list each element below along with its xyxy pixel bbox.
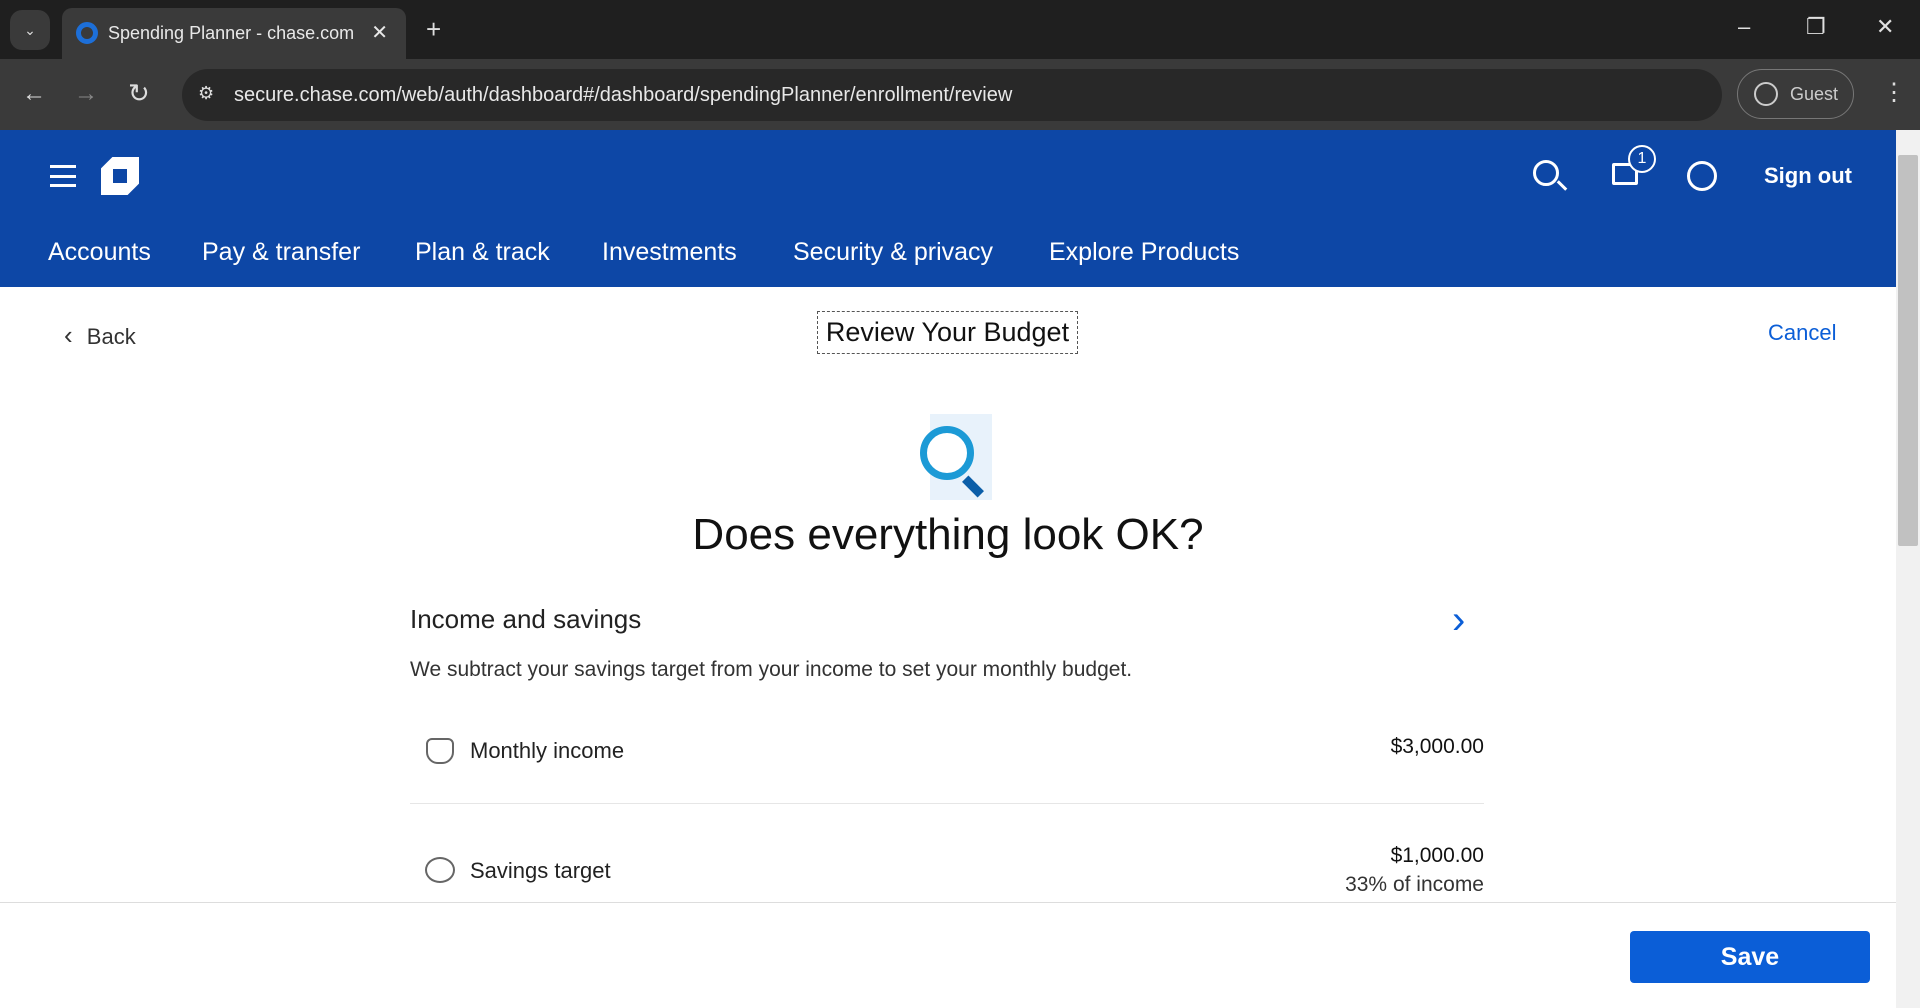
monthly-income-amount: $3,000.00 [1390, 735, 1484, 758]
profile-button[interactable]: Guest [1737, 69, 1854, 119]
magnifier-illustration-icon [904, 414, 992, 502]
nav-security-privacy[interactable]: Security & privacy [793, 238, 993, 267]
nav-explore-products[interactable]: Explore Products [1049, 238, 1239, 267]
chase-favicon-icon [76, 22, 98, 44]
back-button[interactable]: ‹ Back [64, 320, 136, 351]
confirmation-heading: Does everything look OK? [692, 510, 1204, 559]
nav-plan-track[interactable]: Plan & track [415, 238, 550, 267]
footer-bar [0, 902, 1896, 1008]
section-description: We subtract your savings target from you… [410, 658, 1133, 681]
nav-investments[interactable]: Investments [602, 238, 737, 267]
minimize-button[interactable]: – [1738, 14, 1750, 40]
monthly-income-label: Monthly income [470, 738, 625, 763]
site-settings-icon[interactable]: ⚙ [198, 83, 214, 104]
sign-out-link[interactable]: Sign out [1764, 163, 1852, 189]
money-stack-icon [426, 738, 454, 764]
savings-target-amount: $1,000.00 [1390, 844, 1484, 867]
nav-accounts[interactable]: Accounts [48, 238, 151, 267]
tab-search-button[interactable]: ⌄ [10, 10, 50, 50]
new-tab-button[interactable]: + [426, 14, 441, 45]
profile-label: Guest [1790, 83, 1839, 104]
section-title: Income and savings [410, 604, 642, 634]
row-divider [410, 803, 1484, 804]
browser-tab[interactable]: Spending Planner - chase.com ✕ [62, 8, 406, 59]
page-title: Review Your Budget [817, 311, 1078, 354]
back-label: Back [86, 324, 136, 349]
reload-icon[interactable]: ↻ [128, 78, 150, 109]
piggy-bank-icon [425, 857, 455, 883]
forward-nav-icon[interactable]: → [74, 80, 98, 108]
search-icon[interactable] [1533, 160, 1559, 186]
browser-menu-icon[interactable]: ⋮ [1882, 78, 1906, 107]
close-window-button[interactable]: ✕ [1876, 14, 1894, 40]
back-nav-icon[interactable]: ← [22, 80, 46, 108]
chevron-left-icon: ‹ [64, 320, 73, 350]
nav-pay-transfer[interactable]: Pay & transfer [202, 238, 360, 267]
scrollbar-thumb[interactable] [1898, 155, 1918, 546]
url-text: secure.chase.com/web/auth/dashboard#/das… [234, 83, 1013, 106]
notification-badge: 1 [1628, 145, 1656, 173]
savings-target-label: Savings target [470, 858, 611, 883]
tab-title: Spending Planner - chase.com [108, 23, 355, 43]
save-button[interactable]: Save [1630, 931, 1870, 983]
hamburger-menu-icon[interactable] [50, 165, 76, 187]
restore-button[interactable]: ❐ [1806, 14, 1826, 40]
url-input[interactable]: ⚙ secure.chase.com/web/auth/dashboard#/d… [182, 69, 1722, 121]
close-tab-icon[interactable]: ✕ [371, 20, 388, 45]
savings-percent: 33% of income [1345, 873, 1484, 896]
chevron-right-icon[interactable]: › [1452, 598, 1465, 643]
profile-account-icon[interactable] [1687, 161, 1717, 191]
cancel-link[interactable]: Cancel [1768, 320, 1836, 346]
profile-icon [1754, 82, 1778, 106]
